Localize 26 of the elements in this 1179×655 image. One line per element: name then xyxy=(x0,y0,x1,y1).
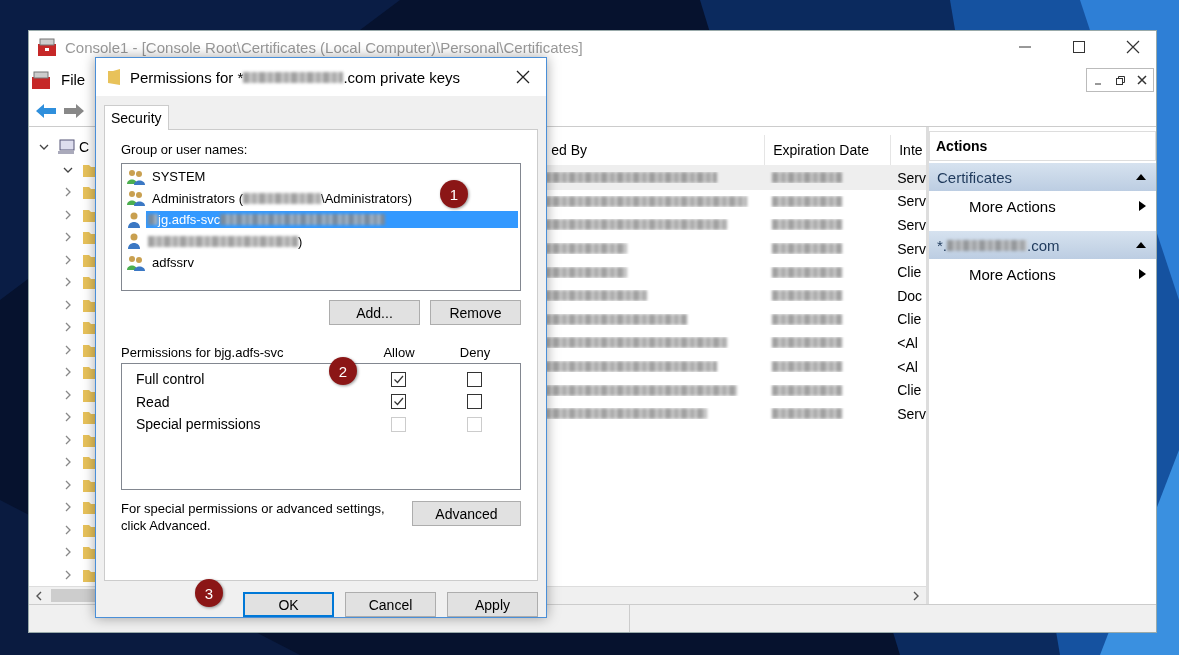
dialog-title: .com private keys xyxy=(343,68,461,86)
table-cell: Serv xyxy=(897,405,926,422)
field-label: Permissions for bjg.adfs-svc xyxy=(121,345,285,360)
permission-name: Special permissions xyxy=(135,416,261,433)
table-cell: Doc xyxy=(897,287,923,304)
window-title: Console1 - [Console Root\Certificates (Local Computer)\Personal\Certificates] xyxy=(65,38,584,56)
table-cell: Serv xyxy=(897,169,926,186)
section-title: *. xyxy=(937,236,947,254)
table-cell: Serv xyxy=(897,240,926,257)
table-cell: Serv xyxy=(897,193,926,210)
column-header: Deny xyxy=(458,345,492,360)
table-cell: Clie xyxy=(897,264,922,281)
permission-name: Read xyxy=(135,393,170,410)
table-cell: Serv xyxy=(897,217,926,233)
permission-name: Full control xyxy=(135,371,205,388)
help-text: For special permissions or advanced settings, click Advanced. xyxy=(121,500,386,534)
table-cell: Clie xyxy=(897,311,922,328)
table-cell: Clie xyxy=(897,382,922,399)
section-title: .com xyxy=(1027,236,1060,254)
table-cell: <Al xyxy=(897,358,918,375)
panel-title: Actions xyxy=(929,131,1156,161)
table-cell: <Al xyxy=(897,334,918,351)
dialog-title: Permissions for * xyxy=(130,68,244,86)
column-header: Allow xyxy=(382,345,416,360)
section-title: Certificates xyxy=(937,168,1013,186)
field-label: Group or user names: xyxy=(121,142,249,157)
